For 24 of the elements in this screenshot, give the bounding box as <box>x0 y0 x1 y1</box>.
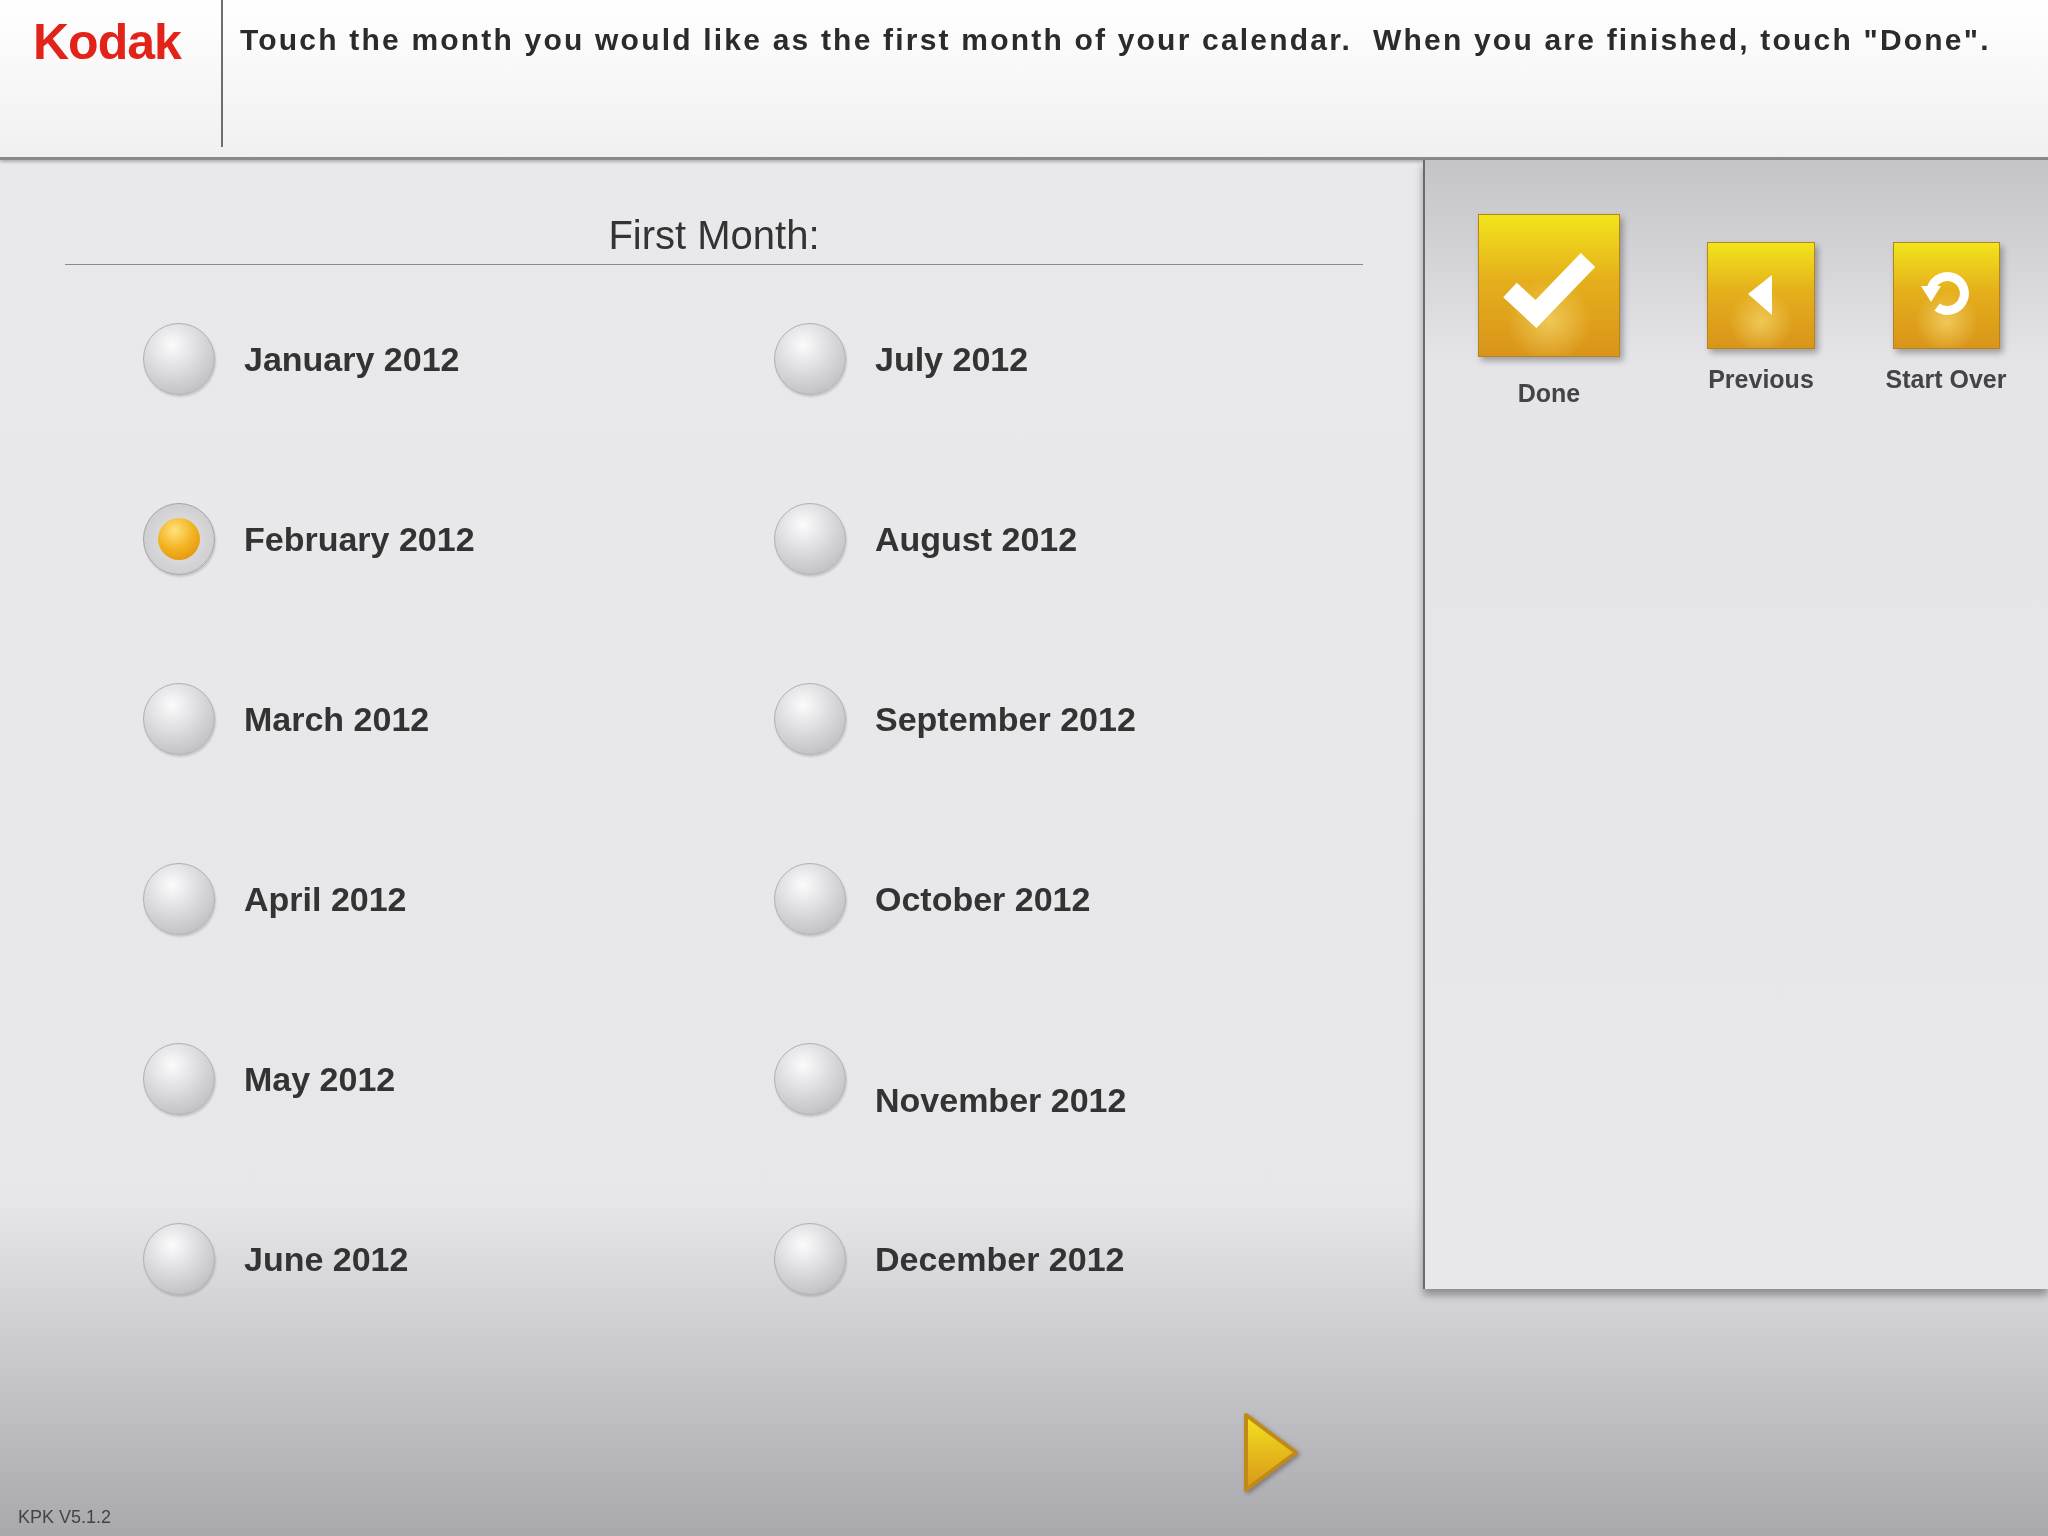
month-label: March 2012 <box>244 699 430 739</box>
month-label: April 2012 <box>244 879 407 919</box>
month-label: February 2012 <box>244 519 475 559</box>
next-button[interactable] <box>1241 1410 1301 1495</box>
checkmark-icon <box>1478 214 1620 357</box>
logo: Kodak <box>33 17 183 67</box>
month-label: December 2012 <box>875 1239 1125 1279</box>
done-button[interactable]: Done <box>1469 214 1629 406</box>
left-triangle-icon <box>1707 242 1815 349</box>
month-label: October 2012 <box>875 879 1091 919</box>
month-label: January 2012 <box>244 339 460 379</box>
month-label: September 2012 <box>875 699 1136 739</box>
instruction-text: Touch the month you would like as the first month of your calendar. When you are finished, touch "Done". <box>240 22 1991 58</box>
month-label: June 2012 <box>244 1239 409 1279</box>
start-over-button[interactable]: Start Over <box>1871 242 2021 392</box>
month-label: May 2012 <box>244 1059 396 1099</box>
month-label: November 2012 <box>875 1080 1127 1120</box>
month-label: August 2012 <box>875 519 1078 559</box>
right-triangle-icon <box>1241 1410 1301 1495</box>
month-label: July 2012 <box>875 339 1029 379</box>
circular-arrow-icon <box>1892 242 2000 349</box>
section-title: First Month: <box>608 215 820 255</box>
previous-button[interactable]: Previous <box>1686 242 1836 392</box>
version-label: KPK V5.1.2 <box>18 1507 112 1527</box>
